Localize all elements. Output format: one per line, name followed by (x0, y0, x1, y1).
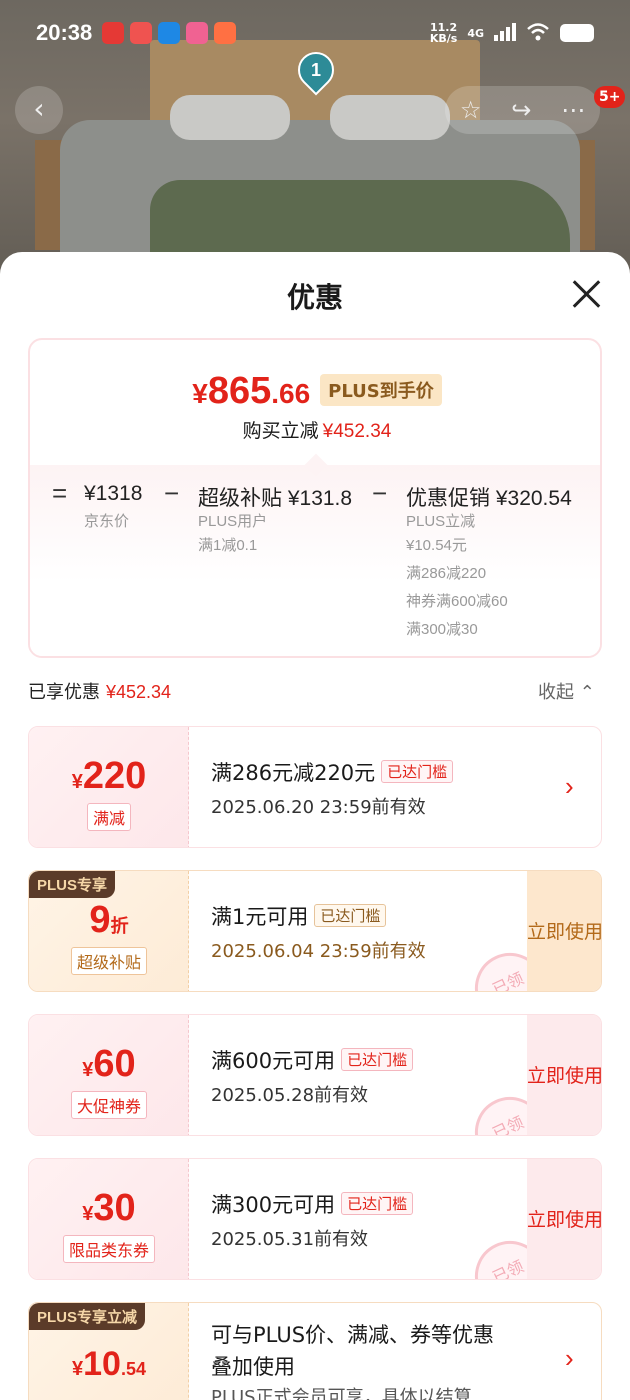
chevron-right-icon[interactable]: › (565, 1343, 574, 1374)
minus-sign: − (164, 478, 180, 508)
coupon-expiry: 2025.05.28前有效 (211, 1085, 369, 1106)
back-button[interactable]: ‹ (15, 86, 63, 134)
coupon-condition: 满600元可用 (211, 1049, 336, 1073)
app-notification-icon (102, 22, 125, 44)
promo-title: 优惠促销 ¥320.54 (406, 487, 572, 510)
status-app-icons (102, 22, 237, 44)
coupon-tag: 超级补贴 (70, 947, 147, 975)
coupon-condition: 满300元可用 (211, 1193, 336, 1217)
coupon-value: ¥30 (82, 1187, 136, 1229)
coupon-note: PLUS正式会员可享，具体以结算… (211, 1387, 490, 1400)
star-icon[interactable]: ☆ (460, 96, 482, 124)
share-icon[interactable]: ↪ (511, 96, 531, 124)
super-subsidy-line: 满1减0.1 (198, 537, 258, 554)
plus-exclusive-badge: PLUS专享立减 (29, 1303, 146, 1330)
coupon-expiry: 2025.06.20 23:59前有效 (211, 797, 426, 818)
coupon-value: ¥220 (71, 755, 147, 797)
threshold-badge: 已达门槛 (341, 1192, 414, 1215)
final-price: ¥865.66 PLUS到手价 (30, 370, 600, 413)
app-notification-icon (186, 22, 209, 44)
more-icon[interactable]: ⋯ (561, 96, 585, 124)
super-subsidy-line: PLUS用户 (198, 513, 268, 530)
plus-price-tag: PLUS到手价 (320, 374, 442, 406)
coupon-expiry: 2025.05.31前有效 (211, 1229, 369, 1250)
coupon-value: 9折 (89, 899, 129, 941)
jd-price-value: ¥1318 (84, 482, 143, 505)
sheet-title: 优惠 (286, 281, 343, 314)
coupon-card[interactable]: ¥220 满减 满286元减220元 已达门槛 2025.06.20 23:59前… (28, 726, 602, 848)
coupon-card[interactable]: ¥10.54 PLUS专享立减 可与PLUS价、满减、券等优惠 叠加使用 PLU… (28, 1302, 602, 1400)
jd-price-label: 京东价 (84, 513, 130, 530)
net-speed: 11.2 KB/s (429, 21, 458, 45)
promo-line: 满286减220 (406, 565, 487, 582)
app-notification-icon (214, 22, 237, 44)
threshold-badge: 已达门槛 (314, 904, 387, 927)
coupon-condition: 满1元可用 (211, 905, 309, 929)
coupon-tag: 大促神券 (70, 1091, 147, 1119)
promo-line: 满300减30 (406, 621, 478, 638)
app-notification-icon (130, 22, 153, 44)
coupon-value: ¥10.54 (72, 1345, 146, 1383)
coupon-tag: 满减 (86, 803, 131, 831)
status-time: 20:38 (36, 20, 93, 45)
promo-line: PLUS立减 (406, 513, 476, 530)
chevron-right-icon[interactable]: › (565, 771, 574, 802)
battery-icon (560, 24, 594, 42)
enjoyed-discount: 已享优惠 ¥452.34 (28, 682, 172, 703)
coupon-card[interactable]: ¥60 大促神券 满600元可用 已达门槛 2025.05.28前有效 已领 立即… (28, 1014, 602, 1136)
coupon-expiry: 2025.06.04 23:59前有效 (211, 941, 426, 962)
buy-reduce: 购买立减 ¥452.34 (242, 420, 392, 442)
network-label: 4G (467, 26, 484, 40)
top-actions: ☆ ↪ ⋯ (445, 86, 600, 134)
coupon-card[interactable]: 9折 超级补贴 PLUS专享 满1元可用 已达门槛 2025.06.04 23:5… (28, 870, 602, 992)
coupon-description: 叠加使用 (211, 1355, 295, 1379)
use-now-button[interactable]: 立即使用 (527, 1159, 601, 1279)
equals-sign: = (52, 478, 68, 508)
coupon-value: ¥60 (82, 1043, 136, 1085)
coupon-card[interactable]: ¥30 限品类东券 满300元可用 已达门槛 2025.05.31前有效 已领 立… (28, 1158, 602, 1280)
use-now-button[interactable]: 立即使用 (527, 871, 601, 991)
wifi-icon (526, 22, 550, 44)
threshold-badge: 已达门槛 (341, 1048, 414, 1071)
message-badge: 5+ (594, 86, 626, 108)
coupon-description: 可与PLUS价、满减、券等优惠 (211, 1323, 495, 1347)
threshold-badge: 已达门槛 (381, 760, 454, 783)
app-notification-icon (158, 22, 181, 44)
coupon-condition: 满286元减220元 (211, 761, 376, 785)
discount-sheet: 优惠 ¥865.66 PLUS到手价 购买立减 ¥452.34 = ¥1318 京… (0, 252, 630, 1400)
promo-line: ¥10.54元 (406, 537, 467, 554)
collapse-button[interactable]: 收起 ⌃ (538, 678, 595, 704)
use-now-button[interactable]: 立即使用 (527, 1015, 601, 1135)
coupon-tag: 限品类东券 (62, 1235, 155, 1263)
promo-line: 神券满600减60 (406, 593, 508, 610)
close-icon[interactable] (566, 274, 606, 314)
price-summary-card: ¥865.66 PLUS到手价 购买立减 ¥452.34 = ¥1318 京东价 … (28, 338, 602, 658)
minus-sign: − (372, 478, 388, 508)
chevron-up-icon: ⌃ (579, 682, 595, 703)
signal-icon (494, 22, 516, 44)
plus-exclusive-badge: PLUS专享 (29, 871, 116, 898)
super-subsidy-title: 超级补贴 ¥131.8 (198, 487, 353, 510)
